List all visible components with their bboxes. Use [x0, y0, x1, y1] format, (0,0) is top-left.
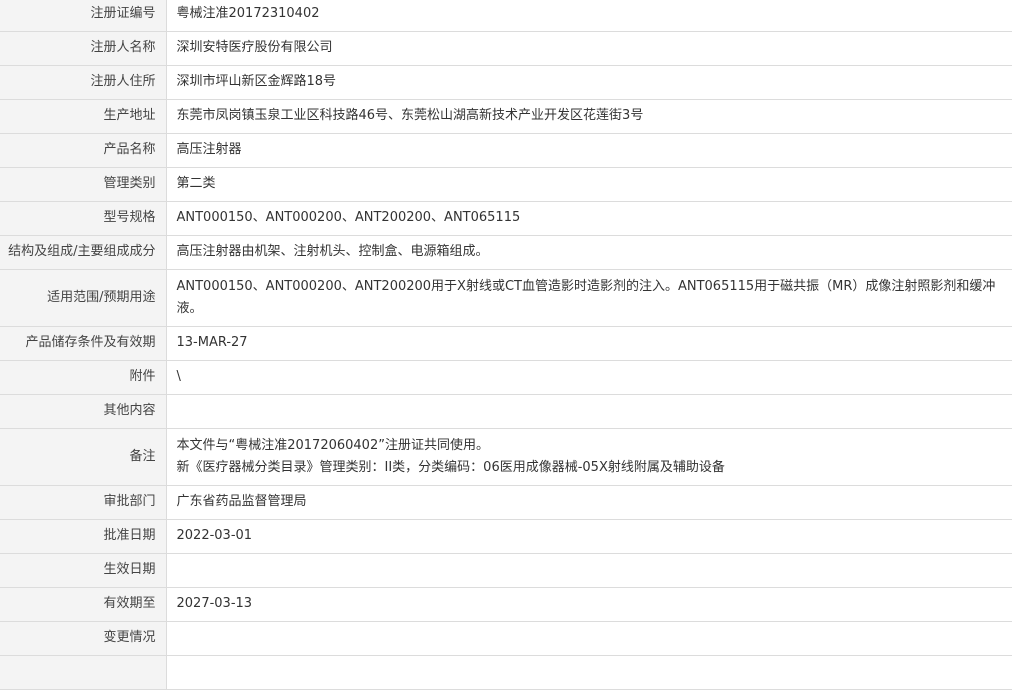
- table-row: 结构及组成/主要组成成分 高压注射器由机架、注射机头、控制盒、电源箱组成。: [0, 235, 1012, 270]
- field-value-change-history: [166, 621, 1012, 656]
- field-label-product-name: 产品名称: [0, 133, 167, 168]
- field-label-structure: 结构及组成/主要组成成分: [0, 235, 167, 270]
- table-row: 变更情况: [0, 621, 1012, 656]
- field-label-other-content: 其他内容: [0, 394, 167, 429]
- field-label-attachment: 附件: [0, 360, 167, 395]
- field-value-attachment: \: [166, 360, 1012, 395]
- field-label-effective-date: 生效日期: [0, 553, 167, 588]
- field-label-registration-number: 注册证编号: [0, 0, 167, 32]
- table-row: 产品储存条件及有效期 13-MAR-27: [0, 326, 1012, 361]
- field-value-cut-off: [166, 655, 1012, 690]
- field-value-approval-department: 广东省药品监督管理局: [166, 485, 1012, 520]
- field-label-production-address: 生产地址: [0, 99, 167, 134]
- field-label-remarks: 备注: [0, 428, 167, 486]
- field-value-effective-date: [166, 553, 1012, 588]
- field-label-registrant-name: 注册人名称: [0, 31, 167, 66]
- field-label-valid-until: 有效期至: [0, 587, 167, 622]
- field-label-management-category: 管理类别: [0, 167, 167, 202]
- table-row: 其他内容: [0, 394, 1012, 429]
- table-row: 型号规格 ANT000150、ANT000200、ANT200200、ANT06…: [0, 201, 1012, 236]
- registration-info-table: 注册证编号 粤械注准20172310402 注册人名称 深圳安特医疗股份有限公司…: [0, 0, 1012, 690]
- table-row: 注册人住所 深圳市坪山新区金辉路18号: [0, 65, 1012, 100]
- field-value-registration-number: 粤械注准20172310402: [166, 0, 1012, 32]
- field-value-remarks: 本文件与“粤械注准20172060402”注册证共同使用。 新《医疗器械分类目录…: [166, 428, 1012, 486]
- field-label-approval-department: 审批部门: [0, 485, 167, 520]
- table-row: 有效期至 2027-03-13: [0, 587, 1012, 622]
- table-row: 生效日期: [0, 553, 1012, 588]
- field-value-approval-date: 2022-03-01: [166, 519, 1012, 554]
- field-value-product-name: 高压注射器: [166, 133, 1012, 168]
- field-label-model-spec: 型号规格: [0, 201, 167, 236]
- field-value-other-content: [166, 394, 1012, 429]
- table-row: 生产地址 东莞市凤岗镇玉泉工业区科技路46号、东莞松山湖高新技术产业开发区花莲街…: [0, 99, 1012, 134]
- field-value-registrant-address: 深圳市坪山新区金辉路18号: [166, 65, 1012, 100]
- field-value-structure: 高压注射器由机架、注射机头、控制盒、电源箱组成。: [166, 235, 1012, 270]
- table-row: 注册人名称 深圳安特医疗股份有限公司: [0, 31, 1012, 66]
- field-value-management-category: 第二类: [166, 167, 1012, 202]
- table-row: 备注 本文件与“粤械注准20172060402”注册证共同使用。 新《医疗器械分…: [0, 428, 1012, 486]
- field-label-change-history: 变更情况: [0, 621, 167, 656]
- field-label-intended-use: 适用范围/预期用途: [0, 269, 167, 327]
- field-label-registrant-address: 注册人住所: [0, 65, 167, 100]
- table-row: [0, 655, 1012, 690]
- field-value-storage-validity: 13-MAR-27: [166, 326, 1012, 361]
- table-row: 管理类别 第二类: [0, 167, 1012, 202]
- field-value-intended-use: ANT000150、ANT000200、ANT200200用于X射线或CT血管造…: [166, 269, 1012, 327]
- field-value-model-spec: ANT000150、ANT000200、ANT200200、ANT065115: [166, 201, 1012, 236]
- field-value-registrant-name: 深圳安特医疗股份有限公司: [166, 31, 1012, 66]
- field-label-approval-date: 批准日期: [0, 519, 167, 554]
- field-label-storage-validity: 产品储存条件及有效期: [0, 326, 167, 361]
- table-row: 适用范围/预期用途 ANT000150、ANT000200、ANT200200用…: [0, 269, 1012, 327]
- table-row: 审批部门 广东省药品监督管理局: [0, 485, 1012, 520]
- table-row: 产品名称 高压注射器: [0, 133, 1012, 168]
- table-row: 批准日期 2022-03-01: [0, 519, 1012, 554]
- remarks-line-2: 新《医疗器械分类目录》管理类别：II类，分类编码：06医用成像器械-05X射线附…: [176, 459, 725, 475]
- field-value-valid-until: 2027-03-13: [166, 587, 1012, 622]
- table-row: 附件 \: [0, 360, 1012, 395]
- remarks-line-1: 本文件与“粤械注准20172060402”注册证共同使用。: [176, 437, 489, 453]
- field-value-production-address: 东莞市凤岗镇玉泉工业区科技路46号、东莞松山湖高新技术产业开发区花莲街3号: [166, 99, 1012, 134]
- table-row: 注册证编号 粤械注准20172310402: [0, 0, 1012, 32]
- field-label-cut-off: [0, 655, 167, 690]
